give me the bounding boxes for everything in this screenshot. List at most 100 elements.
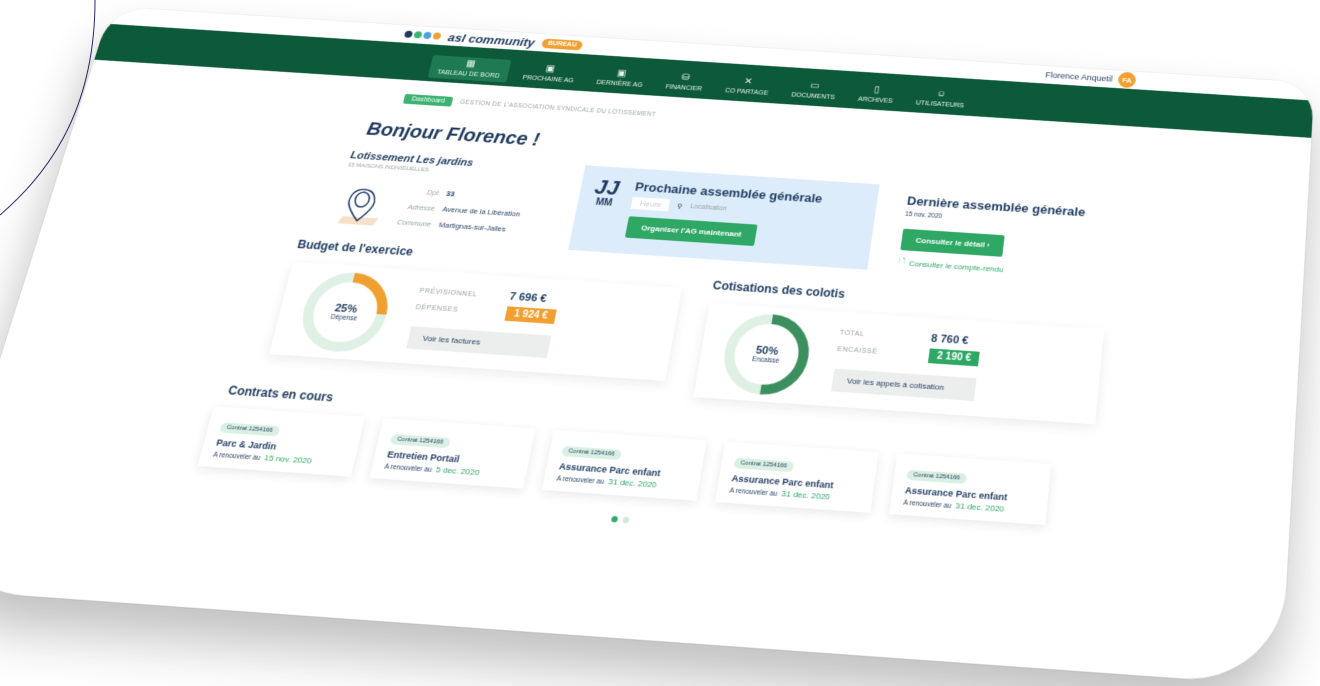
renew-label: A renouveler au (902, 499, 952, 511)
encaisse-value: 2 190 € (927, 348, 981, 367)
last-ag-card: Dernière assemblée générale 15 nov. 2020… (897, 186, 1126, 286)
calendar-icon: ▣ (616, 68, 628, 79)
contract-id: Contrat 1254166 (906, 469, 967, 485)
tools-icon: ✕ (743, 76, 754, 87)
nav-item-utilisateurs[interactable]: ☺ UTILISATEURS (907, 86, 974, 113)
renew-date: 31 dec. 2020 (780, 488, 831, 502)
document-icon: 🗋 (898, 256, 906, 266)
cotisations-caption: Encaissé (751, 355, 780, 365)
view-detail-label: Consulter le détail (915, 236, 986, 250)
nav-item-co-partage[interactable]: ✕ CO PARTAGE (716, 73, 778, 99)
detail-key: Dpt (426, 188, 440, 198)
detail-key: Adresse (406, 202, 436, 213)
main-content: Dashboard GESTION DE L'ASSOCIATION SYNDI… (0, 60, 1311, 570)
encaisse-label: ENCAISSÉ (836, 346, 878, 356)
avatar[interactable]: FA (1117, 71, 1137, 89)
contract-card[interactable]: Contrat 1254166 Assurance Parc enfant A re… (715, 441, 879, 513)
detail-key: Commune (396, 217, 433, 229)
contract-card[interactable]: Contrat 1254166 Parc & Jardin A renouveler… (197, 406, 366, 477)
logo-dots-icon (403, 30, 442, 40)
cotisations-section: Cotisations des colotis 50% Encaissé TOT… (693, 279, 1106, 425)
nav-label: CO PARTAGE (724, 87, 769, 97)
contract-card[interactable]: Contrat 1254166 Assurance Parc enfant A re… (541, 429, 707, 501)
renew-date: 5 dec. 2020 (435, 465, 481, 478)
depenses-label: DÉPENSES (414, 304, 459, 314)
nav-item-archives[interactable]: ▯ ARCHIVES (849, 82, 902, 108)
renew-date: 31 dec. 2020 (954, 501, 1005, 514)
nav-label: FINANCIER (664, 84, 703, 93)
cotisations-donut: 50% Encaissé (714, 309, 817, 401)
logo-dot (422, 31, 433, 40)
location-pin-icon: ⚲ (676, 203, 683, 210)
users-icon: ☺ (935, 88, 947, 100)
budget-card: 25% Dépensé PRÉVISIONNEL 7 696 € DÉPENSE… (269, 262, 682, 381)
localisation-text: Localisation (689, 203, 728, 213)
budget-caption: Dépensé (329, 313, 358, 322)
date-day: JJ (592, 175, 622, 200)
next-ag-card: JJ MM Prochaine assemblée générale Heure… (568, 165, 880, 270)
renew-label: A renouveler au (555, 475, 605, 486)
nav-label: TABLEAU DE BORD (436, 69, 501, 80)
chevron-right-icon: › (986, 240, 991, 250)
organize-ag-button[interactable]: Organiser l'AG maintenant (625, 216, 758, 247)
pager-dot-1[interactable] (610, 515, 618, 523)
logo-dot (413, 31, 423, 39)
breadcrumb-text: GESTION DE L'ASSOCIATION SYNDICALE DU LO… (459, 99, 657, 119)
logo-dot (403, 30, 414, 38)
nav-item-financier[interactable]: ⛁ FINANCIER (657, 70, 713, 96)
contract-card[interactable]: Contrat 1254166 Entretien Portail A renouv… (369, 418, 536, 489)
contract-id: Contrat 1254166 (219, 422, 281, 437)
nav-item-documents[interactable]: ▭ DOCUMENTS (783, 78, 846, 105)
depenses-value: 1 924 € (504, 306, 558, 325)
calendar-icon: ▣ (544, 64, 556, 75)
heure-field[interactable]: Heure (630, 196, 671, 212)
view-report-label: Consulter le compte-rendu (908, 258, 1004, 274)
view-invoices-button[interactable]: Voir les factures (406, 326, 552, 359)
detail-value: 33 (445, 189, 456, 199)
previsionnel-value: 7 696 € (508, 291, 548, 305)
detail-value: Martignas-sur-Jalles (438, 220, 507, 234)
date-placeholder: JJ MM (584, 175, 622, 241)
lotissement-card: Lotissement Les jardins 15 MAISONS INDIV… (330, 150, 556, 248)
renew-date: 15 nov. 2020 (263, 453, 313, 466)
nav-item-dernière-ag[interactable]: ▣ DERNIÈRE AG (588, 65, 654, 92)
contract-id: Contrat 1254166 (561, 445, 622, 461)
user-name: Florence Anquetil (1044, 70, 1113, 84)
budget-stats: PRÉVISIONNEL 7 696 € DÉPENSES 1 924 € Vo… (406, 285, 560, 359)
nav-label: DERNIÈRE AG (595, 79, 644, 89)
bureau-badge: BUREAU (541, 38, 584, 51)
renew-label: A renouveler au (383, 463, 433, 474)
logo-dot (432, 32, 442, 40)
nav-label: DOCUMENTS (790, 92, 836, 101)
budget-section: Budget de l'exercice 25% Dépensé PRÉVISI… (265, 238, 686, 395)
cotisations-stats: TOTAL 8 760 € ENCAISSÉ 2 190 € Voir les … (831, 327, 982, 402)
cotisations-card: 50% Encaissé TOTAL 8 760 € ENCAISSÉ 2 19… (693, 303, 1105, 425)
nav-label: UTILISATEURS (915, 100, 965, 110)
total-value: 8 760 € (930, 332, 970, 348)
pager-dot-2[interactable] (621, 516, 630, 524)
nav-label: ARCHIVES (857, 96, 894, 105)
contract-id: Contrat 1254166 (389, 434, 451, 449)
location-pin-icon (337, 183, 389, 226)
contract-card[interactable]: Contrat 1254166 Assurance Parc enfant A re… (889, 453, 1052, 526)
folder-icon: ▭ (809, 80, 820, 92)
money-icon: ⛁ (680, 72, 691, 83)
contract-id: Contrat 1254166 (733, 457, 795, 473)
lotissement-details: Dpt 33 Adresse Avenue de la Libération C… (390, 186, 524, 237)
detail-value: Avenue de la Libération (441, 204, 522, 219)
renew-date: 31 dec. 2020 (607, 476, 658, 490)
nav-item-tableau-de-bord[interactable]: ▦ TABLEAU DE BORD (428, 55, 511, 83)
breadcrumb-dashboard[interactable]: Dashboard (402, 93, 454, 107)
screen-mockup: asl community BUREAU Florence Anquetil F… (0, 6, 1315, 686)
budget-donut: 25% Dépensé (290, 267, 399, 357)
previsionnel-label: PRÉVISIONNEL (418, 287, 479, 298)
nav-label: PROCHAINE AG (521, 74, 575, 85)
dashboard-icon: ▦ (465, 58, 477, 70)
view-detail-button[interactable]: Consulter le détail › (900, 228, 1005, 257)
renew-label: A renouveler au (212, 451, 262, 462)
renew-label: A renouveler au (729, 487, 778, 498)
view-calls-button[interactable]: Voir les appels à cotisation (831, 368, 977, 402)
archive-icon: ▯ (873, 84, 881, 95)
total-label: TOTAL (839, 329, 865, 338)
nav-item-prochaine-ag[interactable]: ▣ PROCHAINE AG (513, 60, 584, 87)
